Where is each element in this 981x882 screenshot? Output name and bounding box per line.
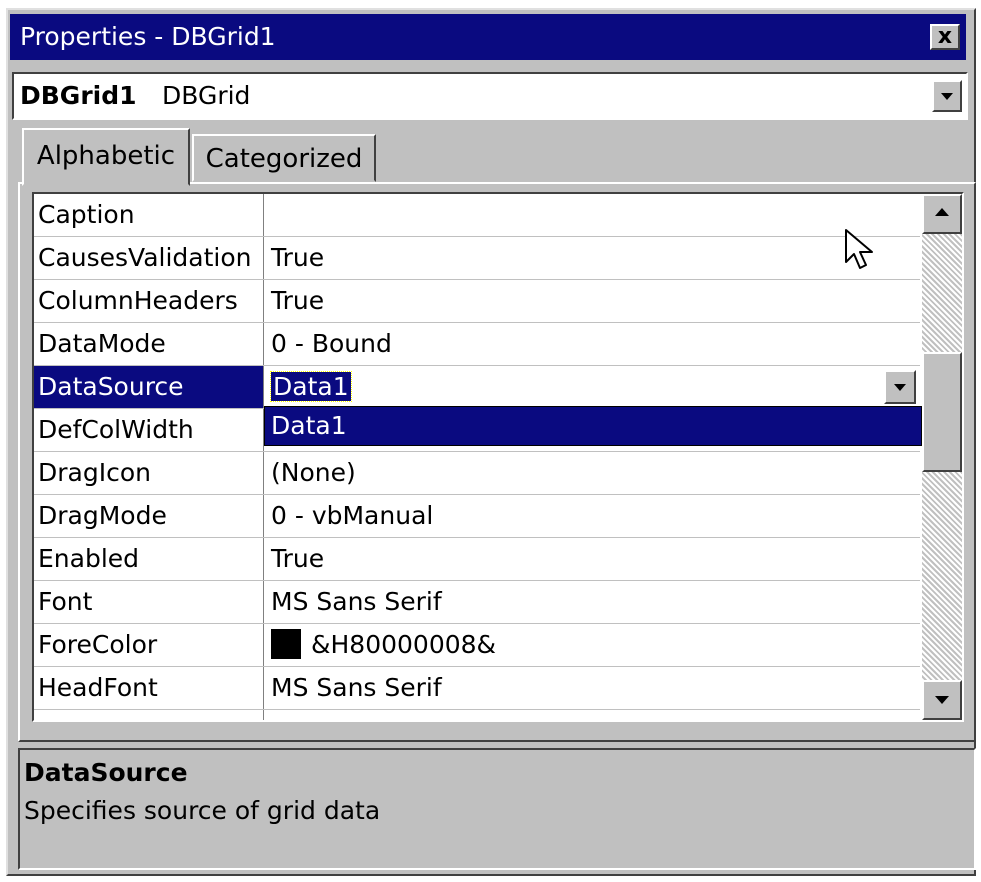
property-name: Enabled — [34, 538, 264, 580]
property-name: HeadLines — [34, 710, 264, 720]
property-name: DataMode — [34, 323, 264, 365]
property-name: Caption — [34, 194, 264, 236]
property-name: CausesValidation — [34, 237, 264, 279]
scroll-up-arrow-icon[interactable] — [922, 194, 962, 234]
property-grid[interactable]: Caption CausesValidation True ColumnHead… — [32, 192, 964, 722]
property-name: ColumnHeaders — [34, 280, 264, 322]
property-value[interactable]: True — [265, 280, 920, 322]
property-value[interactable]: Data1 — [270, 371, 352, 402]
window-title: Properties - DBGrid1 — [20, 22, 276, 51]
property-value: &H80000008& — [311, 630, 497, 659]
property-row-columnheaders[interactable]: ColumnHeaders True — [34, 280, 920, 323]
mouse-pointer-icon — [845, 229, 873, 269]
property-value[interactable]: 1 — [265, 710, 920, 720]
property-row-forecolor[interactable]: ForeColor &H80000008& — [34, 624, 920, 667]
scroll-down-arrow-icon[interactable] — [922, 680, 962, 720]
property-row-datamode[interactable]: DataMode 0 - Bound — [34, 323, 920, 366]
property-row-caption[interactable]: Caption — [34, 194, 920, 237]
property-name: DragMode — [34, 495, 264, 537]
property-row-font[interactable]: Font MS Sans Serif — [34, 581, 920, 624]
vertical-scrollbar[interactable] — [922, 194, 962, 720]
object-name: DBGrid1 — [20, 81, 137, 110]
property-value-cell[interactable]: &H80000008& — [265, 624, 920, 666]
property-name: HeadFont — [34, 667, 264, 709]
property-value[interactable]: MS Sans Serif — [265, 667, 920, 709]
property-row-datasource[interactable]: DataSource Data1 — [34, 366, 920, 409]
property-value[interactable]: 0 - Bound — [265, 323, 920, 365]
object-type: DBGrid — [162, 81, 251, 110]
scroll-thumb[interactable] — [922, 352, 962, 472]
title-bar[interactable]: Properties - DBGrid1 x — [10, 14, 966, 60]
property-value[interactable]: True — [265, 237, 920, 279]
property-value-editor[interactable]: Data1 — [265, 366, 920, 408]
property-row-enabled[interactable]: Enabled True — [34, 538, 920, 581]
property-row-headlines[interactable]: HeadLines 1 — [34, 710, 920, 720]
value-dropdown-list[interactable]: Data1 — [264, 406, 922, 446]
property-value[interactable]: True — [265, 538, 920, 580]
property-name: ForeColor — [34, 624, 264, 666]
property-value[interactable] — [265, 194, 920, 236]
property-value[interactable]: MS Sans Serif — [265, 581, 920, 623]
value-dropdown-button[interactable] — [884, 370, 916, 404]
description-text: Specifies source of grid data — [24, 796, 381, 825]
property-name: DragIcon — [34, 452, 264, 494]
dropdown-option[interactable]: Data1 — [271, 411, 347, 440]
close-button[interactable]: x — [930, 24, 960, 50]
tab-alphabetic[interactable]: Alphabetic — [22, 128, 190, 186]
property-value[interactable]: (None) — [265, 452, 920, 494]
property-value[interactable]: 0 - vbManual — [265, 495, 920, 537]
color-swatch — [271, 629, 301, 659]
property-name: DefColWidth — [34, 409, 264, 451]
description-title: DataSource — [24, 758, 188, 787]
property-row-dragicon[interactable]: DragIcon (None) — [34, 452, 920, 495]
property-row-causesvalidation[interactable]: CausesValidation True — [34, 237, 920, 280]
description-panel: DataSource Specifies source of grid data — [18, 748, 976, 870]
property-row-headfont[interactable]: HeadFont MS Sans Serif — [34, 667, 920, 710]
property-name: Font — [34, 581, 264, 623]
property-row-dragmode[interactable]: DragMode 0 - vbManual — [34, 495, 920, 538]
object-selector[interactable]: DBGrid1 DBGrid — [12, 72, 968, 120]
property-name: DataSource — [34, 366, 264, 408]
object-selector-dropdown-button[interactable] — [932, 80, 962, 112]
tab-categorized[interactable]: Categorized — [192, 134, 376, 182]
